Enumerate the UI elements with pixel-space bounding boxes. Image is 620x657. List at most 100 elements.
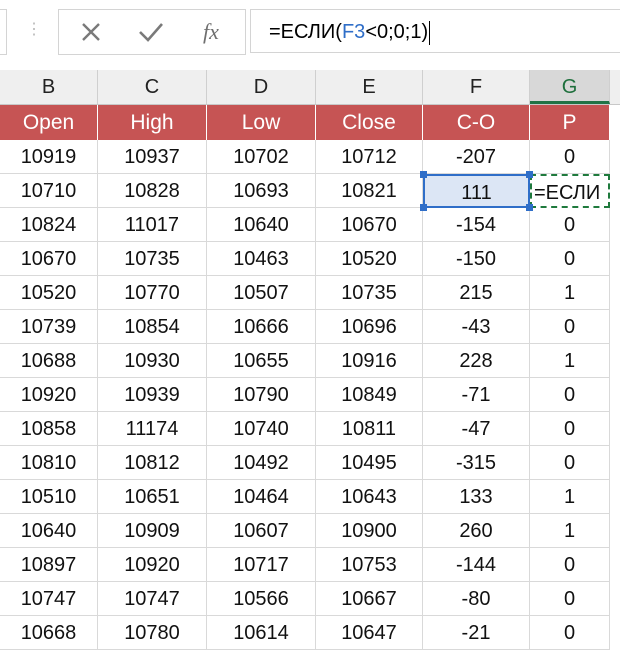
table-cell[interactable]: 0	[530, 412, 610, 446]
table-cell[interactable]: 10920	[98, 548, 207, 582]
table-cell[interactable]: 10747	[0, 582, 98, 616]
selection-handle[interactable]	[420, 171, 427, 178]
column-header-e[interactable]: E	[316, 70, 423, 104]
table-cell[interactable]: -150	[423, 242, 530, 276]
table-cell[interactable]: 10520	[316, 242, 423, 276]
table-cell[interactable]: 1	[530, 344, 610, 378]
table-cell[interactable]: 10688	[0, 344, 98, 378]
table-cell[interactable]: 215	[423, 276, 530, 310]
table-cell[interactable]: 10824	[0, 208, 98, 242]
table-cell[interactable]: 10510	[0, 480, 98, 514]
table-cell[interactable]: 1	[530, 514, 610, 548]
table-cell[interactable]: 0	[530, 140, 610, 174]
table-cell[interactable]: 10717	[207, 548, 316, 582]
column-header-c[interactable]: C	[98, 70, 207, 104]
referenced-cell[interactable]: 111	[423, 174, 530, 208]
table-cell[interactable]: 10712	[316, 140, 423, 174]
header-cell[interactable]: C-O	[423, 105, 530, 140]
table-cell[interactable]: -21	[423, 616, 530, 650]
column-header-b[interactable]: B	[0, 70, 98, 104]
header-cell[interactable]: Open	[0, 105, 98, 140]
column-header-g[interactable]: G	[530, 70, 610, 104]
table-cell[interactable]: 10607	[207, 514, 316, 548]
table-cell[interactable]: 10930	[98, 344, 207, 378]
table-cell[interactable]: 10492	[207, 446, 316, 480]
table-cell[interactable]: 0	[530, 616, 610, 650]
more-options-icon[interactable]: ⋮	[26, 18, 42, 42]
table-cell[interactable]: 10747	[98, 582, 207, 616]
table-cell[interactable]: 10520	[0, 276, 98, 310]
selection-handle[interactable]	[420, 204, 427, 211]
header-cell[interactable]: High	[98, 105, 207, 140]
table-cell[interactable]: 0	[530, 548, 610, 582]
table-cell[interactable]: 10495	[316, 446, 423, 480]
table-cell[interactable]: 10640	[0, 514, 98, 548]
table-cell[interactable]: 10780	[98, 616, 207, 650]
table-cell[interactable]: 10753	[316, 548, 423, 582]
name-box[interactable]	[0, 9, 7, 55]
table-cell[interactable]: 0	[530, 378, 610, 412]
selection-handle[interactable]	[526, 171, 533, 178]
table-cell[interactable]: 10909	[98, 514, 207, 548]
table-cell[interactable]: -144	[423, 548, 530, 582]
table-cell[interactable]: 10647	[316, 616, 423, 650]
table-cell[interactable]: 10666	[207, 310, 316, 344]
table-cell[interactable]: 133	[423, 480, 530, 514]
table-cell[interactable]: -80	[423, 582, 530, 616]
table-cell[interactable]: 10739	[0, 310, 98, 344]
table-cell[interactable]: 10643	[316, 480, 423, 514]
editing-cell[interactable]: =ЕСЛИ	[530, 174, 610, 208]
header-cell[interactable]: Close	[316, 105, 423, 140]
table-cell[interactable]: 10735	[316, 276, 423, 310]
table-cell[interactable]: 0	[530, 446, 610, 480]
table-cell[interactable]: 10812	[98, 446, 207, 480]
table-cell[interactable]: 10668	[0, 616, 98, 650]
header-cell[interactable]: P	[530, 105, 610, 140]
table-cell[interactable]: 10821	[316, 174, 423, 208]
table-cell[interactable]: 10702	[207, 140, 316, 174]
table-cell[interactable]: 0	[530, 310, 610, 344]
table-cell[interactable]: 10790	[207, 378, 316, 412]
selection-handle[interactable]	[526, 204, 533, 211]
table-cell[interactable]: 10939	[98, 378, 207, 412]
table-cell[interactable]: 0	[530, 242, 610, 276]
table-cell[interactable]: 11017	[98, 208, 207, 242]
table-cell[interactable]: 10858	[0, 412, 98, 446]
column-header-d[interactable]: D	[207, 70, 316, 104]
table-cell[interactable]: 10464	[207, 480, 316, 514]
cancel-button[interactable]	[61, 10, 121, 54]
table-cell[interactable]: 10463	[207, 242, 316, 276]
table-cell[interactable]: 260	[423, 514, 530, 548]
column-header-f[interactable]: F	[423, 70, 530, 104]
table-cell[interactable]: -43	[423, 310, 530, 344]
table-cell[interactable]: -207	[423, 140, 530, 174]
table-cell[interactable]: 10937	[98, 140, 207, 174]
table-cell[interactable]: 10900	[316, 514, 423, 548]
table-cell[interactable]: 10810	[0, 446, 98, 480]
table-cell[interactable]: 10651	[98, 480, 207, 514]
table-cell[interactable]: 10854	[98, 310, 207, 344]
table-cell[interactable]: 10916	[316, 344, 423, 378]
table-cell[interactable]: 10566	[207, 582, 316, 616]
table-cell[interactable]: 10640	[207, 208, 316, 242]
insert-function-button[interactable]: fx	[181, 10, 241, 54]
table-cell[interactable]: 10770	[98, 276, 207, 310]
enter-button[interactable]	[121, 10, 181, 54]
table-cell[interactable]: 10670	[316, 208, 423, 242]
table-cell[interactable]: 1	[530, 480, 610, 514]
table-cell[interactable]: 10811	[316, 412, 423, 446]
table-cell[interactable]: -47	[423, 412, 530, 446]
table-cell[interactable]: 10919	[0, 140, 98, 174]
table-cell[interactable]: 10655	[207, 344, 316, 378]
table-cell[interactable]: 10740	[207, 412, 316, 446]
header-cell[interactable]: Low	[207, 105, 316, 140]
table-cell[interactable]: 10693	[207, 174, 316, 208]
table-cell[interactable]: 10828	[98, 174, 207, 208]
table-cell[interactable]: 10897	[0, 548, 98, 582]
table-cell[interactable]: -315	[423, 446, 530, 480]
table-cell[interactable]: 10507	[207, 276, 316, 310]
table-cell[interactable]: 10849	[316, 378, 423, 412]
table-cell[interactable]: 10710	[0, 174, 98, 208]
table-cell[interactable]: 10670	[0, 242, 98, 276]
table-cell[interactable]: 0	[530, 582, 610, 616]
